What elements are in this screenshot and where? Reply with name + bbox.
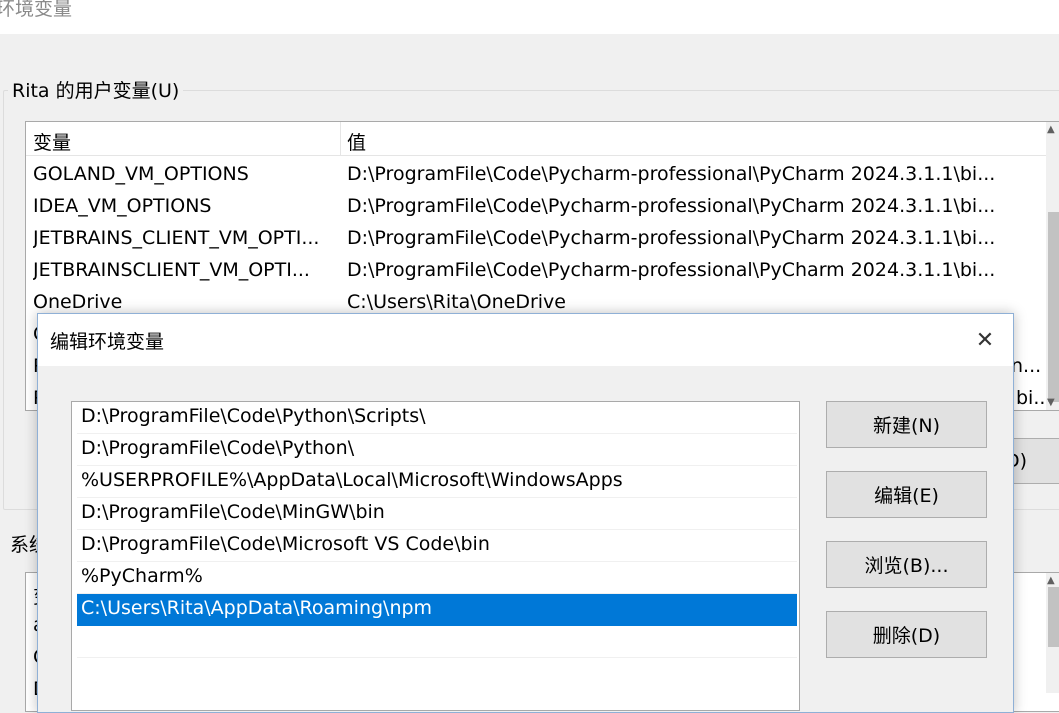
system-list-scrollbar[interactable]: ▲ — [1046, 573, 1059, 693]
table-row[interactable]: IDEA_VM_OPTIONS D:\ProgramFile\Code\Pych… — [26, 192, 1059, 224]
new-button[interactable]: 新建(N) — [826, 401, 987, 448]
variable-name: JETBRAINS_CLIENT_VM_OPTI... — [33, 227, 320, 249]
list-item[interactable]: D:\ProgramFile\Code\MinGW\bin — [77, 498, 797, 530]
table-row[interactable]: JETBRAINSCLIENT_VM_OPTI... D:\ProgramFil… — [26, 256, 1059, 288]
dialog-titlebar[interactable]: 编辑环境变量 ✕ — [38, 314, 1013, 366]
user-list-scrollbar[interactable]: ▲ ▼ — [1046, 122, 1059, 410]
list-header: 变量 值 — [26, 122, 1059, 156]
path-entry-text: %PyCharm% — [81, 565, 203, 587]
path-entry-text: %USERPROFILE%\AppData\Local\Microsoft\Wi… — [81, 469, 623, 491]
table-row[interactable]: JETBRAINS_CLIENT_VM_OPTI... D:\ProgramFi… — [26, 224, 1059, 256]
table-row[interactable]: GOLAND_VM_OPTIONS D:\ProgramFile\Code\Py… — [26, 160, 1059, 192]
list-item[interactable]: %USERPROFILE%\AppData\Local\Microsoft\Wi… — [77, 466, 797, 498]
variable-value: D:\ProgramFile\Code\Pycharm-professional… — [347, 227, 996, 249]
background-titlebar: 环境变量 — [0, 0, 1059, 34]
close-icon: ✕ — [975, 327, 995, 353]
path-entry-text: C:\Users\Rita\AppData\Roaming\npm — [81, 597, 433, 619]
dialog-title: 编辑环境变量 — [50, 331, 165, 353]
variable-name: JETBRAINSCLIENT_VM_OPTI... — [33, 259, 310, 281]
delete-button[interactable]: 删除(D) — [826, 611, 987, 658]
list-item[interactable]: D:\ProgramFile\Code\Python\Scripts\ — [77, 402, 797, 434]
scrollbar-thumb[interactable] — [1048, 587, 1059, 647]
scrollbar-thumb[interactable] — [1048, 212, 1059, 402]
variable-value: C:\Users\Rita\OneDrive — [347, 291, 566, 313]
scroll-up-arrow-icon[interactable]: ▲ — [1047, 575, 1055, 586]
user-variables-label: Rita 的用户变量(U) — [8, 76, 184, 103]
scroll-up-arrow-icon[interactable]: ▲ — [1047, 124, 1055, 135]
path-entry-text: D:\ProgramFile\Code\Microsoft VS Code\bi… — [81, 533, 490, 555]
path-entry-text: D:\ProgramFile\Code\Python\ — [81, 437, 355, 459]
variable-name: GOLAND_VM_OPTIONS — [33, 163, 249, 185]
browse-button[interactable]: 浏览(B)... — [826, 541, 987, 588]
list-item-empty[interactable] — [77, 626, 797, 658]
edit-button[interactable]: 编辑(E) — [826, 471, 987, 518]
column-header-variable[interactable]: 变量 — [33, 128, 71, 155]
variable-value: D:\ProgramFile\Code\Pycharm-professional… — [347, 163, 996, 185]
variable-value: D:\ProgramFile\Code\Pycharm-professional… — [347, 195, 996, 217]
column-separator[interactable] — [340, 122, 341, 156]
variable-value: D:\ProgramFile\Code\Pycharm-professional… — [347, 259, 996, 281]
variable-name: IDEA_VM_OPTIONS — [33, 195, 212, 217]
path-entries-list[interactable]: D:\ProgramFile\Code\Python\Scripts\ D:\P… — [71, 401, 800, 711]
column-header-value[interactable]: 值 — [347, 128, 366, 155]
list-item[interactable]: D:\ProgramFile\Code\Python\ — [77, 434, 797, 466]
list-item[interactable]: D:\ProgramFile\Code\Microsoft VS Code\bi… — [77, 530, 797, 562]
background-window-title: 环境变量 — [0, 0, 73, 20]
close-button[interactable]: ✕ — [957, 314, 1013, 366]
edit-env-variable-dialog: 编辑环境变量 ✕ D:\ProgramFile\Code\Python\Scri… — [37, 313, 1014, 713]
variable-name: OneDrive — [33, 291, 123, 313]
path-entry-text: D:\ProgramFile\Code\Python\Scripts\ — [81, 405, 426, 427]
scroll-down-arrow-icon[interactable]: ▼ — [1047, 397, 1055, 408]
path-entry-text: D:\ProgramFile\Code\MinGW\bin — [81, 501, 385, 523]
list-item[interactable]: %PyCharm% — [77, 562, 797, 594]
list-item-selected[interactable]: C:\Users\Rita\AppData\Roaming\npm — [77, 594, 797, 626]
